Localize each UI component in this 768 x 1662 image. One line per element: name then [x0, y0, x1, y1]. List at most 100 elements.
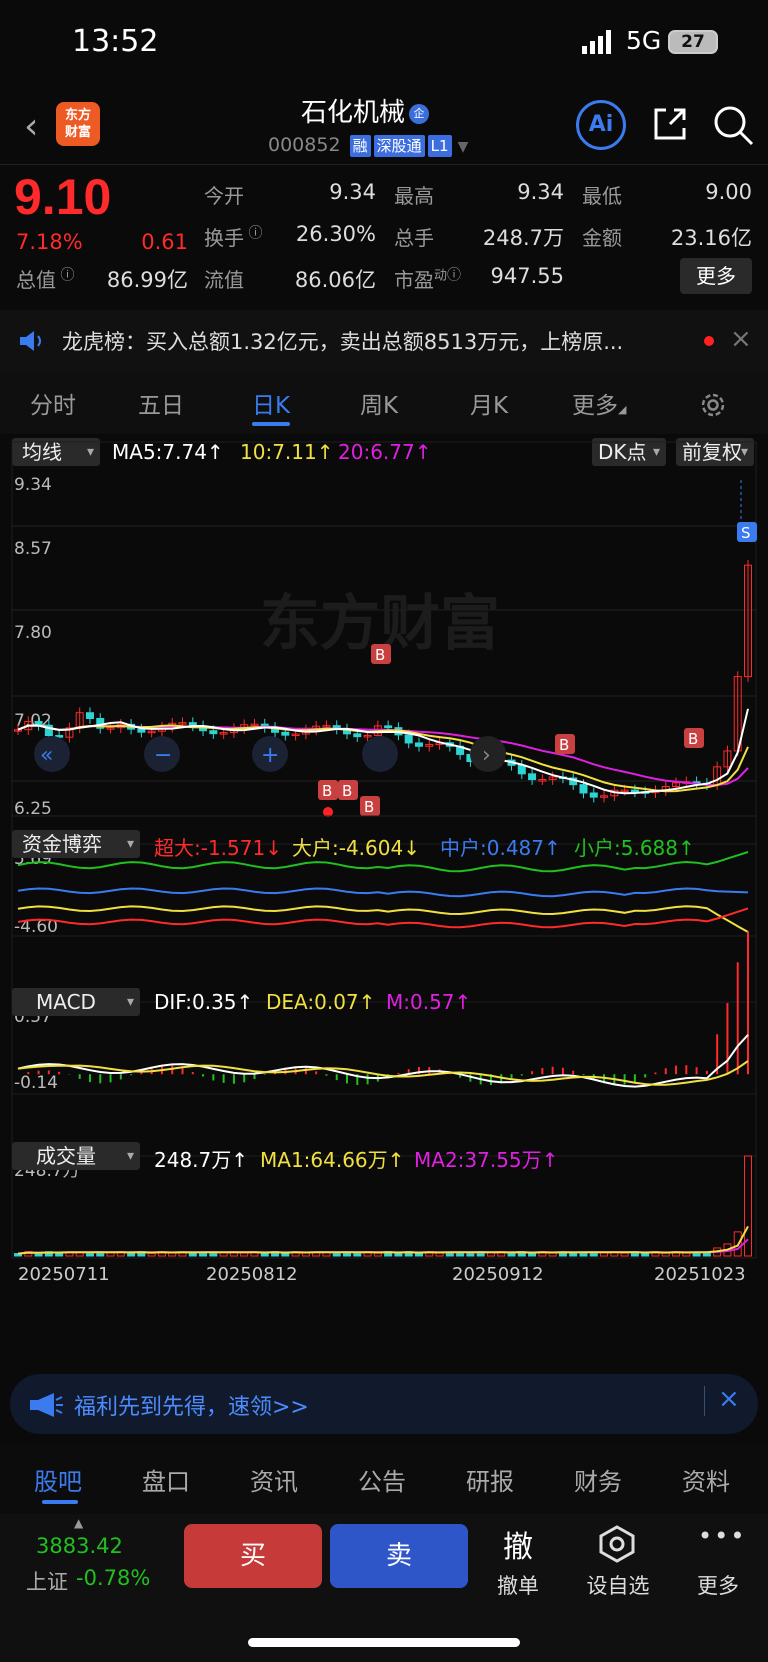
scroll-right-slow-icon[interactable]	[362, 736, 398, 772]
volume-bar	[240, 1252, 249, 1257]
promo-text: 福利先到先得，速领>>	[74, 1395, 309, 1420]
promo-banner[interactable]: 福利先到先得，速领>> ×	[10, 1374, 758, 1434]
index-value[interactable]: 3883.42	[36, 1534, 123, 1558]
chevron-up-icon[interactable]: ▲	[74, 1516, 83, 1530]
bottom-tabs: 股吧 盘口 资讯 公告 研报 财务 资料	[0, 1444, 768, 1514]
dif-label: DIF:0.35↑	[154, 990, 254, 1014]
app-logo: 东方 财富	[56, 102, 100, 146]
tab-forum[interactable]: 股吧	[34, 1462, 82, 1497]
candle-body	[384, 725, 393, 729]
svg-text:«: «	[40, 743, 53, 768]
macd-selector[interactable]: MACD	[12, 988, 140, 1016]
volume-bar	[620, 1252, 629, 1257]
m-label: M:0.57↑	[386, 990, 472, 1014]
tab-financials[interactable]: 财务	[574, 1462, 622, 1497]
info-icon[interactable]: ⓘ	[244, 225, 262, 241]
candle-body	[528, 773, 537, 781]
close-icon[interactable]: ×	[730, 324, 752, 354]
tab-five-day[interactable]: 五日	[138, 386, 184, 420]
total-cap-label: 总值 ⓘ	[16, 267, 75, 292]
tab-profile[interactable]: 资料	[682, 1462, 730, 1497]
high-label: 最高	[394, 184, 434, 208]
vol-ma2-label: MA2:37.55万↑	[414, 1148, 559, 1172]
active-tab-indicator	[42, 1500, 78, 1504]
svg-text:B: B	[342, 782, 352, 800]
date-label-1: 20250711	[18, 1264, 110, 1285]
tab-news[interactable]: 资讯	[250, 1462, 298, 1497]
volume-selector[interactable]: 成交量	[12, 1142, 140, 1170]
search-icon[interactable]	[710, 102, 756, 148]
sell-button[interactable]: 卖	[330, 1524, 468, 1588]
volume-value: 248.7万	[482, 226, 564, 250]
gear-icon[interactable]	[698, 390, 728, 420]
pe-label: 市盈动ⓘ	[394, 267, 462, 292]
date-label-2: 20250812	[206, 1264, 298, 1285]
turnover-value: 26.30%	[295, 222, 376, 246]
vol-ma1-line	[17, 1225, 749, 1255]
stock-title: 石化机械企	[230, 92, 500, 129]
more-quote-button[interactable]: 更多	[680, 258, 752, 294]
ai-button[interactable]: Ai	[576, 100, 626, 150]
tab-research[interactable]: 研报	[466, 1462, 514, 1497]
add-watchlist-label[interactable]: 设自选	[582, 1570, 654, 1600]
candle-body	[353, 733, 362, 738]
candle-body	[85, 712, 94, 719]
candle-body	[630, 789, 639, 793]
tab-orderbook[interactable]: 盘口	[142, 1462, 190, 1497]
total-cap-value: 86.99亿	[106, 268, 188, 292]
stock-header: ‹ 东方 财富 石化机械企 000852 融深股通 L1 ▼ Ai	[0, 88, 768, 164]
tab-intraday[interactable]: 分时	[30, 386, 76, 420]
status-bar: 13:52 5G 27	[0, 0, 768, 88]
tab-announcements[interactable]: 公告	[358, 1462, 406, 1497]
tag-connect: 深股通	[373, 135, 425, 157]
index-change: -0.78%	[76, 1566, 151, 1590]
y-label-2: 8.57	[14, 539, 52, 559]
svg-text:+: +	[261, 743, 279, 768]
info-icon[interactable]: ⓘ	[56, 267, 74, 283]
tab-monthly-k[interactable]: 月K	[470, 386, 508, 420]
buy-button[interactable]: 买	[184, 1524, 322, 1588]
candle-body	[404, 734, 413, 744]
volume-bar	[528, 1252, 537, 1257]
low-value: 9.00	[705, 180, 752, 204]
dif-line	[17, 1034, 749, 1088]
amount-value: 23.16亿	[670, 226, 752, 250]
candle-body	[589, 792, 598, 798]
volume-bar	[507, 1252, 516, 1257]
more-label[interactable]: 更多	[690, 1570, 746, 1600]
fund-medium-line	[17, 887, 749, 898]
tab-daily-k[interactable]: 日K	[252, 386, 290, 420]
fund-selector[interactable]: 资金博弈	[12, 830, 140, 858]
low-label: 最低	[582, 184, 622, 208]
share-icon[interactable]	[650, 104, 690, 144]
chevron-down-icon: ▼	[457, 139, 469, 155]
date-label-4: 20251023	[654, 1264, 746, 1285]
fund-small-label: 小户:5.688↑	[574, 836, 695, 860]
high-value: 9.34	[517, 180, 564, 204]
stock-name: 石化机械	[300, 98, 405, 128]
fund-super-label: 超大:-1.571↓	[154, 836, 282, 860]
info-icon[interactable]: ⓘ	[447, 267, 461, 283]
volume-bar	[127, 1252, 136, 1257]
back-icon[interactable]: ‹	[24, 106, 38, 147]
signal-icon	[582, 30, 611, 54]
svg-text:B: B	[322, 782, 332, 800]
fund-large-label: 大户:-4.604↓	[292, 836, 420, 860]
stock-code-row[interactable]: 000852 融深股通 L1 ▼	[268, 134, 468, 157]
more-dots-icon[interactable]: •••	[698, 1522, 744, 1550]
megaphone-icon	[30, 1393, 63, 1417]
chart-area: 均线 MA5:7.74↑ 10:7.11↑ 20:6.77↑ DK点 前复权 东…	[0, 434, 768, 1364]
news-ticker[interactable]: 龙虎榜：买入总额1.32亿元，卖出总额8513万元，上榜原... ×	[0, 310, 768, 372]
tab-weekly-k[interactable]: 周K	[360, 386, 398, 420]
date-label-3: 20250912	[452, 1264, 544, 1285]
cancel-order-label[interactable]: 撤单	[486, 1570, 550, 1600]
candle-body	[579, 784, 588, 794]
divider	[0, 164, 768, 165]
tab-more[interactable]: 更多◢	[572, 386, 626, 420]
divider	[704, 1386, 705, 1416]
close-icon[interactable]: ×	[718, 1384, 740, 1414]
cancel-order-icon[interactable]: 撤	[490, 1522, 546, 1566]
svg-text:B: B	[688, 730, 698, 748]
candle-body	[517, 764, 526, 775]
add-watchlist-icon[interactable]	[598, 1524, 636, 1564]
